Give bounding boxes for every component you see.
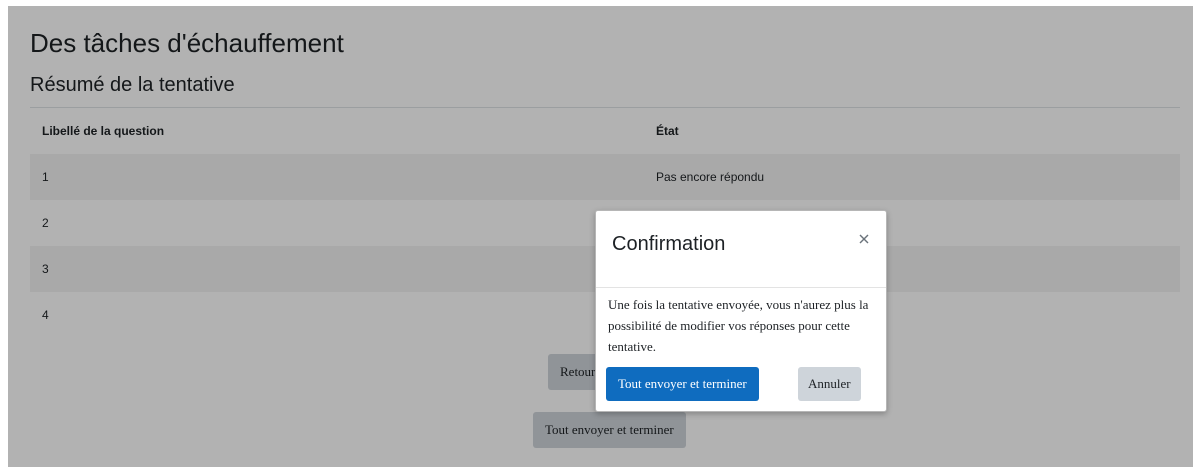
modal-header: Confirmation bbox=[596, 211, 886, 288]
confirm-submit-button[interactable]: Tout envoyer et terminer bbox=[606, 367, 759, 401]
close-icon[interactable] bbox=[856, 231, 872, 247]
cancel-button[interactable]: Annuler bbox=[798, 367, 861, 401]
modal-body-text: Une fois la tentative envoyée, vous n'au… bbox=[608, 297, 869, 354]
confirmation-dialog: Confirmation Une fois la tentative envoy… bbox=[595, 210, 887, 412]
modal-title: Confirmation bbox=[612, 233, 726, 255]
